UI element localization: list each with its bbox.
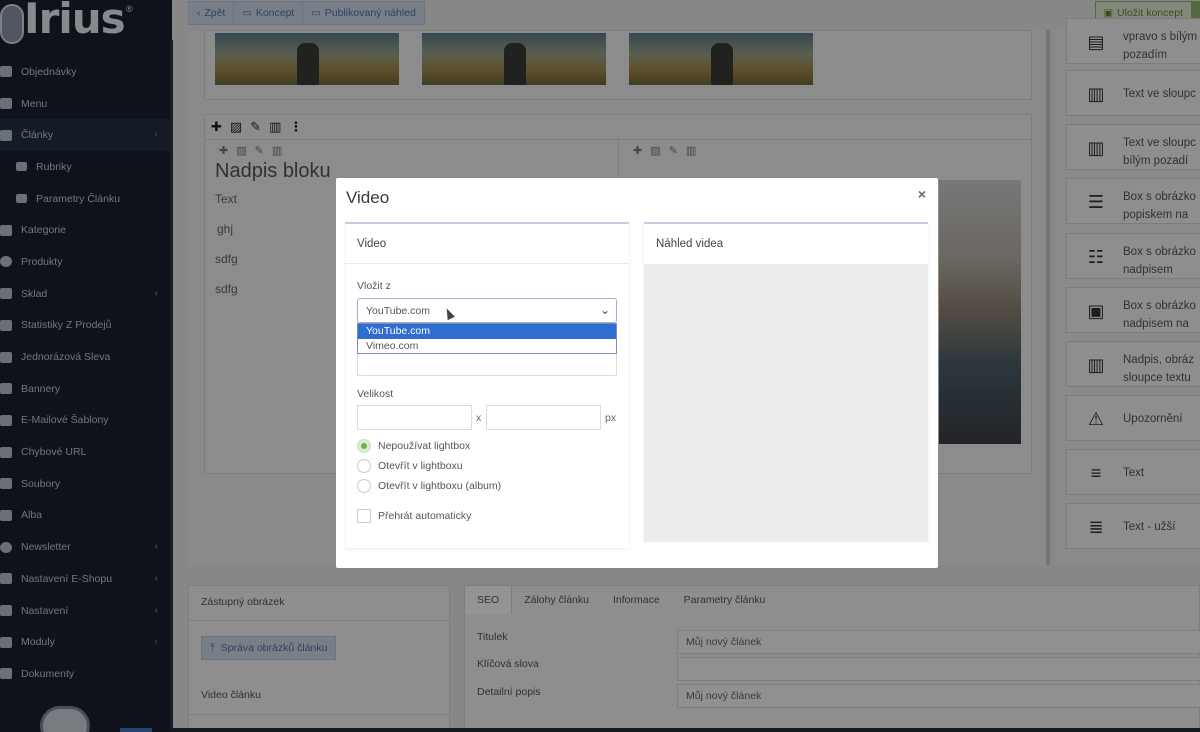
width-input[interactable]: [357, 405, 472, 430]
radio-button[interactable]: [357, 439, 371, 453]
radio-label: Otevřít v lightboxu: [378, 460, 463, 472]
video-preview-area: [644, 264, 928, 542]
autoplay-label: Přehrát automaticky: [378, 510, 472, 522]
radio-label: Otevřít v lightboxu (album): [378, 480, 502, 492]
source-label: Vložit z: [357, 280, 391, 292]
panel-title: Náhled videa: [656, 238, 724, 250]
option-youtube[interactable]: YouTube.com: [358, 324, 616, 339]
size-unit: px: [605, 412, 617, 424]
source-dropdown: YouTube.com Vimeo.com: [357, 323, 617, 354]
radio-lightbox[interactable]: Otevřít v lightboxu: [357, 459, 463, 473]
height-input[interactable]: [486, 405, 601, 430]
radio-label: Nepoužívat lightbox: [378, 440, 471, 452]
chevron-down-icon: ⌄: [599, 303, 610, 317]
radio-button[interactable]: [357, 479, 371, 493]
radio-lightbox-album[interactable]: Otevřít v lightboxu (album): [357, 479, 501, 493]
modal-title: Video: [346, 188, 390, 207]
autoplay-checkbox-row[interactable]: Přehrát automaticky: [357, 509, 471, 523]
size-label: Velikost: [357, 388, 394, 400]
video-preview-panel: Náhled videa: [644, 222, 928, 542]
close-icon[interactable]: ×: [918, 186, 926, 202]
video-modal: Video × Video Vložit z YouTube.com ⌄ You…: [336, 178, 938, 568]
panel-title: Video: [345, 224, 629, 264]
size-separator: x: [476, 412, 482, 424]
radio-button[interactable]: [357, 459, 371, 473]
option-vimeo[interactable]: Vimeo.com: [358, 339, 616, 354]
video-settings-panel: Video Vložit z YouTube.com ⌄ YouTube.com…: [345, 222, 629, 548]
source-select[interactable]: YouTube.com ⌄: [357, 298, 617, 323]
source-select-value: YouTube.com: [366, 304, 431, 317]
radio-no-lightbox[interactable]: Nepoužívat lightbox: [357, 439, 470, 453]
autoplay-checkbox[interactable]: [357, 509, 371, 523]
video-url-input[interactable]: [357, 354, 617, 376]
